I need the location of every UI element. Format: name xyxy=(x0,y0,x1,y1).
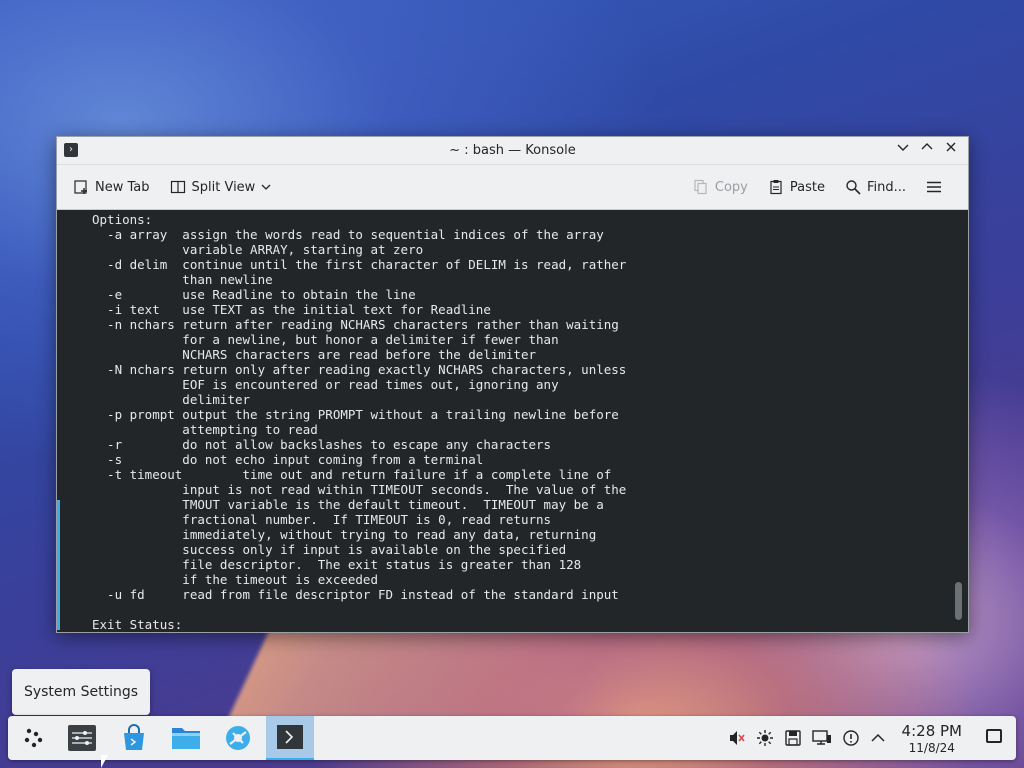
find-label: Find... xyxy=(866,179,906,195)
terminal-line: TMOUT variable is the default timeout. T… xyxy=(92,497,604,512)
terminal-scrollbar[interactable] xyxy=(955,582,962,620)
chevron-down-icon xyxy=(261,184,271,190)
terminal-line: attempting to read xyxy=(92,422,318,437)
find-button[interactable]: Find... xyxy=(839,175,912,199)
terminal-line: delimiter xyxy=(92,392,251,407)
disk-icon[interactable] xyxy=(784,729,802,747)
browser-button[interactable] xyxy=(218,718,258,758)
hamburger-menu-button[interactable] xyxy=(920,175,948,199)
system-settings-button[interactable] xyxy=(62,718,102,758)
mouse-cursor xyxy=(101,755,108,768)
terminal-line: -N nchars return only after reading exac… xyxy=(92,362,627,377)
discover-button[interactable] xyxy=(114,718,154,758)
browser-icon xyxy=(226,726,250,750)
hamburger-menu-icon xyxy=(927,181,941,193)
settings-icon xyxy=(68,725,96,751)
terminal-line: -a array assign the words read to sequen… xyxy=(92,227,604,242)
terminal-line: -u fd read from file descriptor FD inste… xyxy=(92,587,619,602)
close-button[interactable] xyxy=(942,141,960,159)
close-icon xyxy=(946,142,956,152)
digital-clock[interactable]: 4:28 PM 11/8/24 xyxy=(902,722,962,755)
terminal-line: Exit Status: xyxy=(92,617,183,632)
taskbar: 4:28 PM 11/8/24 xyxy=(8,716,1016,760)
application-launcher-button[interactable] xyxy=(14,718,54,758)
terminal-line: immediately, without trying to read any … xyxy=(92,527,597,542)
terminal-line: -p prompt output the string PROMPT witho… xyxy=(92,407,619,422)
kde-launcher-icon xyxy=(24,728,43,748)
split-view-button[interactable]: Split View xyxy=(164,175,278,199)
clock-time: 4:28 PM xyxy=(901,722,962,740)
search-icon xyxy=(846,180,861,195)
terminal-line: if the timeout is exceeded xyxy=(92,572,378,587)
terminal-line: variable ARRAY, starting at zero xyxy=(92,242,424,257)
paste-button[interactable]: Paste xyxy=(762,175,831,199)
konsole-icon[interactable]: › xyxy=(64,143,78,157)
paste-icon xyxy=(770,180,782,195)
volume-muted-icon[interactable] xyxy=(728,729,746,747)
terminal-line: fractional number. If TIMEOUT is 0, read… xyxy=(92,512,552,527)
window-title: ~ : bash — Konsole xyxy=(449,143,576,158)
show-desktop-button[interactable] xyxy=(986,729,1002,743)
terminal-line: -d delim continue until the first charac… xyxy=(92,257,627,272)
brightness-icon[interactable] xyxy=(756,729,774,747)
terminal-line: input is not read within TIMEOUT seconds… xyxy=(92,482,627,497)
terminal-line: than newline xyxy=(92,272,273,287)
konsole-task-button[interactable] xyxy=(266,716,314,760)
copy-label: Copy xyxy=(714,179,748,195)
konsole-window: › ~ : bash — Konsole New Tab Split View xyxy=(56,136,969,633)
network-icon[interactable] xyxy=(812,729,832,747)
terminal-marker xyxy=(57,500,60,630)
split-view-label: Split View xyxy=(191,179,256,195)
toolbar: New Tab Split View Copy Paste Find... xyxy=(57,165,968,210)
terminal-line: -e use Readline to obtain the line xyxy=(92,287,416,302)
terminal-line: Options: xyxy=(92,212,153,227)
system-tray xyxy=(728,716,886,760)
new-tab-label: New Tab xyxy=(95,179,150,195)
terminal-line: success only if input is available on th… xyxy=(92,542,567,557)
dolphin-button[interactable] xyxy=(166,718,206,758)
clock-date: 11/8/24 xyxy=(908,741,955,755)
terminal-line: EOF is encountered or read times out, ig… xyxy=(92,377,559,392)
terminal-line: -s do not echo input coming from a termi… xyxy=(92,452,484,467)
paste-label: Paste xyxy=(789,179,825,195)
new-tab-button[interactable]: New Tab xyxy=(67,175,156,199)
chevron-down-icon xyxy=(897,144,909,151)
terminal-line: for a newline, but honor a delimiter if … xyxy=(92,332,559,347)
window-controls xyxy=(894,141,960,159)
terminal-line: -t timeout time out and return failure i… xyxy=(92,467,612,482)
minimize-button[interactable] xyxy=(894,141,912,159)
chevron-up-icon[interactable] xyxy=(870,730,886,746)
folder-icon xyxy=(172,728,200,749)
terminal-icon xyxy=(277,725,303,749)
discover-store-icon xyxy=(124,724,144,750)
updates-icon[interactable] xyxy=(842,729,860,747)
terminal-line: -i text use TEXT as the initial text for… xyxy=(92,302,491,317)
terminal-view[interactable]: Options: -a array assign the words read … xyxy=(57,210,968,632)
terminal-line: -n nchars return after reading NCHARS ch… xyxy=(92,317,619,332)
titlebar[interactable]: › ~ : bash — Konsole xyxy=(57,137,968,165)
terminal-line: -r do not allow backslashes to escape an… xyxy=(92,437,552,452)
copy-button[interactable]: Copy xyxy=(687,175,754,199)
maximize-button[interactable] xyxy=(918,141,936,159)
chevron-up-icon xyxy=(921,143,933,150)
terminal-line: file descriptor. The exit status is grea… xyxy=(92,557,582,572)
toolbar-right: Copy Paste Find... xyxy=(687,165,956,209)
terminal-line: NCHARS characters are read before the de… xyxy=(92,347,537,362)
terminal-output: Options: -a array assign the words read … xyxy=(57,212,968,632)
new-tab-icon xyxy=(74,180,87,194)
split-view-icon xyxy=(170,180,185,194)
system-settings-tooltip: System Settings xyxy=(12,669,150,715)
copy-icon xyxy=(694,179,707,195)
